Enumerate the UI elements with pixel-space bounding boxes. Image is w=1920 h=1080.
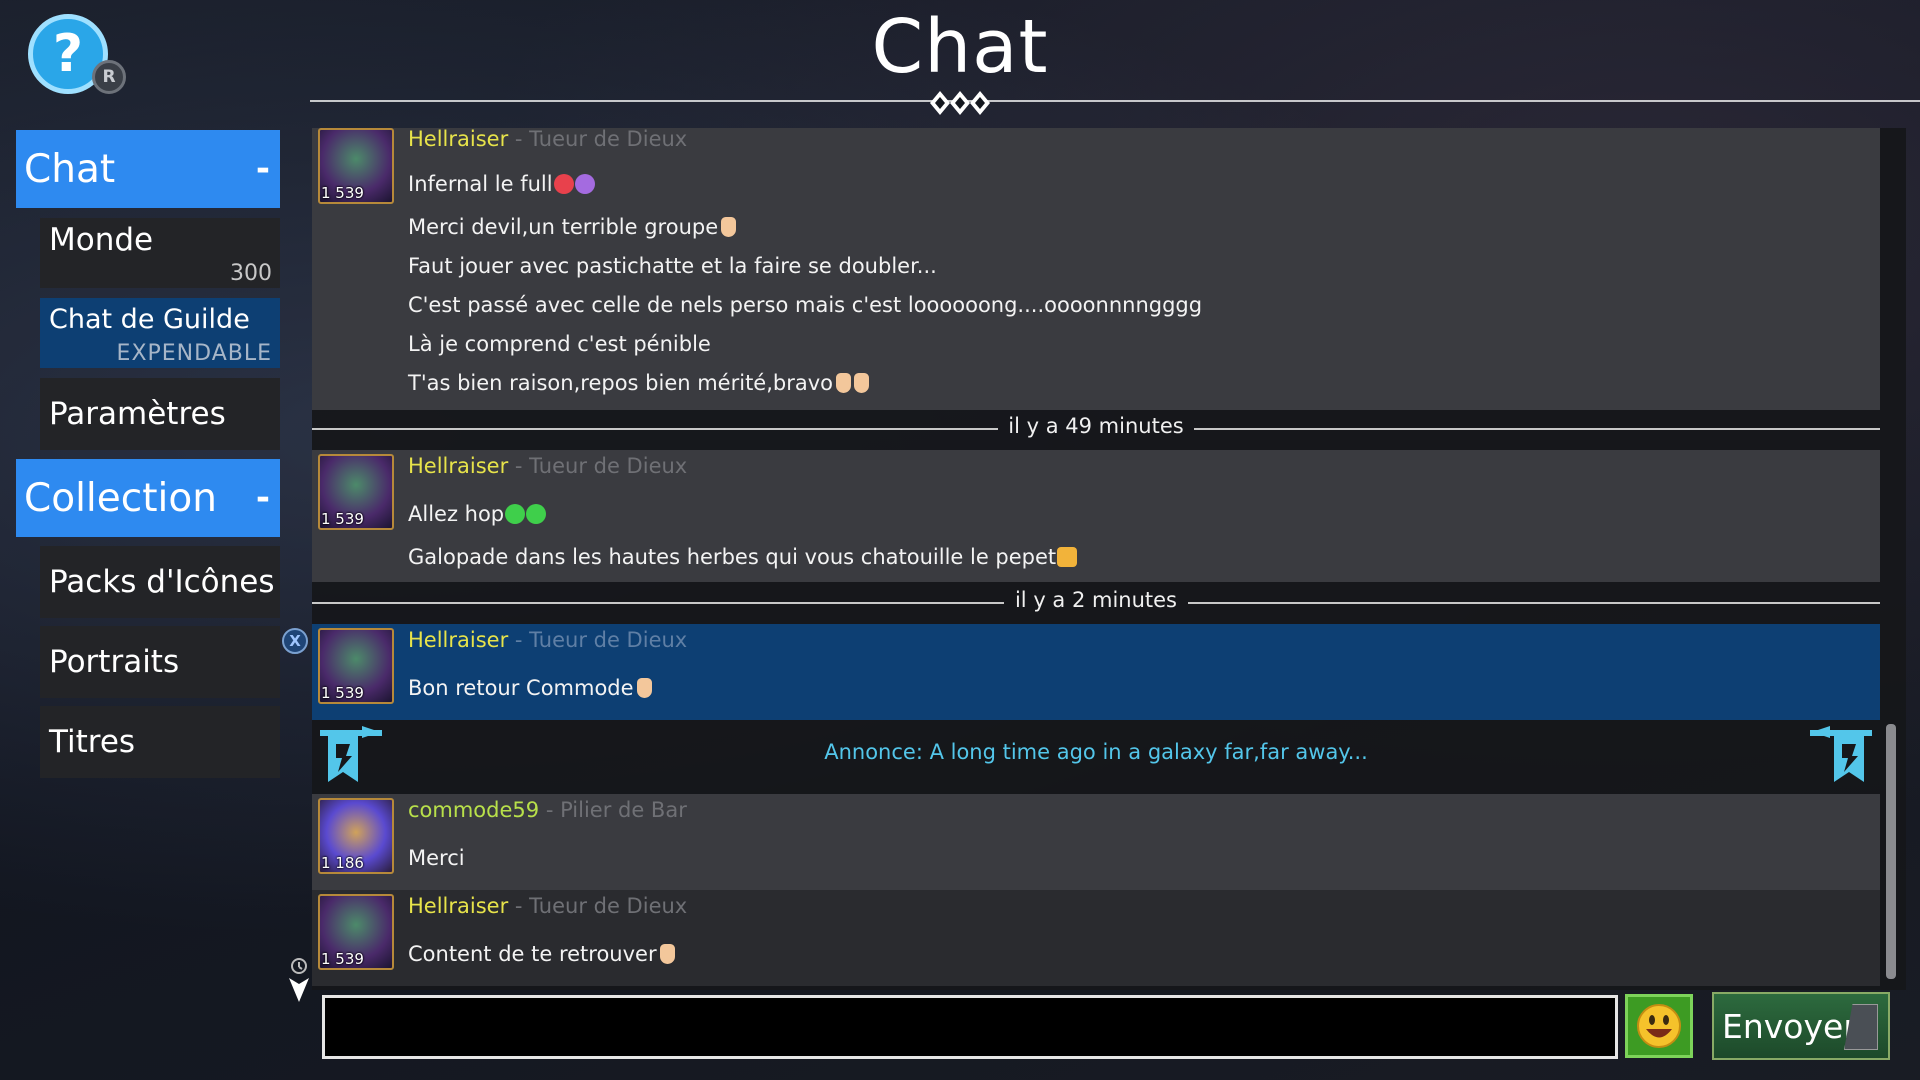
sidebar-item-titles[interactable]: Titres [40, 706, 280, 778]
sidebar-item-icon-packs[interactable]: Packs d'Icônes [40, 546, 280, 618]
avatar-level: 1 539 [321, 510, 364, 528]
message-line: Allez hop [408, 502, 547, 526]
title-divider [310, 100, 1920, 102]
chat-message: 1 539 Hellraiser - Tueur de Dieux Allez … [312, 450, 1880, 582]
guild-name: EXPENDABLE [116, 341, 272, 366]
message-header: Hellraiser - Tueur de Dieux [408, 894, 687, 918]
guild-banner-icon [1810, 726, 1872, 782]
rock-hand-icon [854, 373, 870, 393]
author-rank: - Tueur de Dieux [508, 127, 688, 151]
devil-face-icon [574, 174, 595, 194]
rock-hand-icon [636, 678, 652, 698]
sidebar-item-label: Paramètres [49, 396, 226, 432]
sidebar-item-guild-chat[interactable]: Chat de Guilde EXPENDABLE [40, 298, 280, 368]
collapse-icon: - [255, 478, 270, 518]
chat-message: 1 186 commode59 - Pilier de Bar Merci [312, 794, 1880, 890]
message-line: Infernal le full [408, 172, 595, 196]
chat-panel: 1 539 Hellraiser - Tueur de Dieux Infern… [312, 127, 1906, 990]
sidebar-collection-header-label: Collection [24, 475, 217, 521]
message-header: Hellraiser - Tueur de Dieux [408, 628, 687, 652]
send-button[interactable]: Envoyer [1712, 992, 1890, 1060]
message-line: C'est passé avec celle de nels perso mai… [408, 293, 1203, 317]
message-header: Hellraiser - Tueur de Dieux [408, 127, 687, 151]
chat-scrollbar[interactable] [1886, 724, 1896, 979]
message-line: Content de te retrouver [408, 942, 675, 966]
time-divider-label: il y a 49 minutes [1008, 414, 1184, 438]
sidebar-chat-header-label: Chat [24, 146, 116, 192]
avatar[interactable]: 1 186 [318, 798, 394, 874]
avatar-level: 1 186 [321, 854, 364, 872]
message-line: T'as bien raison,repos bien mérité,bravo [408, 371, 870, 395]
collapse-icon: - [255, 149, 270, 189]
avatar[interactable]: 1 539 [318, 454, 394, 530]
time-divider-label: il y a 2 minutes [1014, 588, 1178, 612]
author-rank: - Tueur de Dieux [508, 894, 688, 918]
channel-count: 300 [230, 261, 272, 286]
announcement-banner: Annonce: A long time ago in a galaxy far… [312, 722, 1880, 788]
message-line: Galopade dans les hautes herbes qui vous… [408, 545, 1078, 569]
close-badge-icon[interactable]: X [282, 628, 308, 654]
send-button-label: Envoyer [1722, 1006, 1857, 1046]
message-line: Merci devil,un terrible groupe [408, 215, 737, 239]
sidebar-item-label: Chat de Guilde [49, 304, 250, 335]
sidebar-item-label: Portraits [49, 644, 180, 680]
avatar-level: 1 539 [321, 950, 364, 968]
message-line: Bon retour Commode [408, 676, 652, 700]
avatar[interactable]: 1 539 [318, 894, 394, 970]
avatar-level: 1 539 [321, 184, 364, 202]
sunglasses-face-icon [505, 504, 526, 524]
chat-message: 1 539 Hellraiser - Tueur de Dieux Conten… [312, 890, 1880, 986]
author-name[interactable]: Hellraiser [408, 454, 508, 478]
page-title: Chat [871, 4, 1049, 90]
announcement-text: Annonce: A long time ago in a galaxy far… [824, 740, 1368, 764]
chat-message-highlighted: 1 539 Hellraiser - Tueur de Dieux Bon re… [312, 624, 1880, 720]
scroll-to-bottom-icon[interactable] [286, 958, 312, 1004]
rock-hand-icon [659, 944, 675, 964]
author-name[interactable]: Hellraiser [408, 894, 508, 918]
rock-hand-icon [836, 373, 852, 393]
sidebar-collection-header[interactable]: Collection - [16, 459, 280, 537]
author-rank: - Tueur de Dieux [508, 628, 688, 652]
sidebar-item-label: Packs d'Icônes [49, 564, 275, 600]
author-name[interactable]: commode59 [408, 798, 539, 822]
author-name[interactable]: Hellraiser [408, 628, 508, 652]
avatar[interactable]: 1 539 [318, 128, 394, 204]
message-header: Hellraiser - Tueur de Dieux [408, 454, 687, 478]
sidebar-chat-header[interactable]: Chat - [16, 130, 280, 208]
avatar-level: 1 539 [321, 684, 364, 702]
sidebar-item-label: Titres [49, 724, 136, 760]
message-line: Merci [408, 846, 465, 870]
chat-message: 1 539 Hellraiser - Tueur de Dieux Infern… [312, 127, 1880, 410]
cat-face-icon [1057, 547, 1078, 567]
message-line: Faut jouer avec pastichatte et la faire … [408, 254, 937, 278]
author-name[interactable]: Hellraiser [408, 127, 508, 151]
sidebar-item-portraits[interactable]: Portraits [40, 626, 280, 698]
angry-face-icon [553, 174, 574, 194]
time-divider: il y a 49 minutes [312, 414, 1880, 442]
author-rank: - Tueur de Dieux [508, 454, 688, 478]
message-line: Là je comprend c'est pénible [408, 332, 711, 356]
avatar[interactable]: 1 539 [318, 628, 394, 704]
title-ornament-icon [930, 91, 990, 115]
message-header: commode59 - Pilier de Bar [408, 798, 687, 822]
rock-hand-icon [721, 217, 737, 237]
time-divider: il y a 2 minutes [312, 588, 1880, 616]
emoji-button[interactable] [1625, 994, 1693, 1058]
author-rank: - Pilier de Bar [539, 798, 687, 822]
sidebar-item-settings[interactable]: Paramètres [40, 378, 280, 450]
sidebar-item-monde[interactable]: Monde 300 [40, 218, 280, 288]
sunglasses-face-icon [526, 504, 547, 524]
chat-message-input[interactable] [322, 995, 1618, 1059]
sidebar-item-label: Monde [49, 222, 154, 258]
smiley-face-icon [1637, 1004, 1681, 1048]
